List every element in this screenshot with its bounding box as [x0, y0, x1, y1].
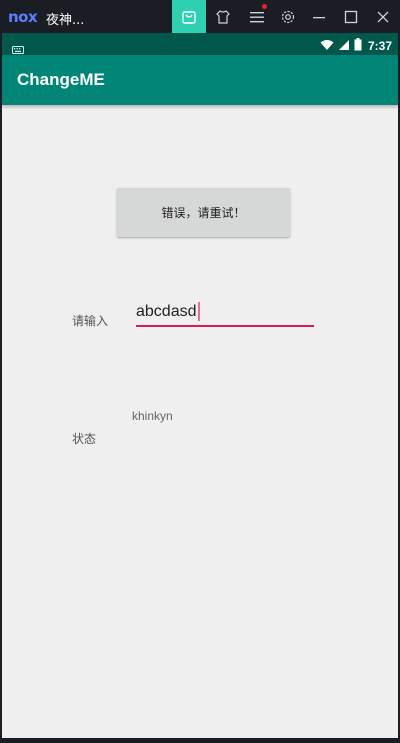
text-input[interactable]	[136, 301, 312, 323]
notification-dot	[262, 4, 267, 9]
retry-button[interactable]: 错误，请重试！	[117, 188, 290, 237]
status-time: 7:37	[367, 38, 392, 53]
shirt-icon[interactable]	[206, 0, 240, 33]
emulator-title-bar: nox 夜神...	[0, 0, 400, 33]
close-icon[interactable]	[366, 0, 400, 33]
battery-icon	[354, 36, 362, 55]
maximize-icon[interactable]	[334, 0, 368, 33]
emulator-title: 夜神...	[46, 13, 85, 28]
input-label: 请输入	[72, 314, 109, 328]
emulator-bottom-edge	[0, 738, 400, 743]
gear-icon[interactable]	[271, 0, 305, 33]
android-screen: 7:37 ChangeME 错误，请重试！ 请输入 khinkyn 状态	[2, 33, 398, 738]
app-title: ChangeME	[17, 70, 105, 89]
text-input-container[interactable]	[136, 299, 314, 327]
app-bar: ChangeME	[2, 55, 398, 105]
nox-logo: nox	[8, 8, 38, 26]
menu-icon[interactable]	[240, 0, 274, 33]
text-cursor	[198, 302, 200, 321]
status-label: 状态	[72, 432, 97, 446]
signal-icon	[338, 36, 350, 55]
android-status-bar: 7:37	[2, 33, 398, 55]
bag-icon[interactable]	[172, 0, 206, 33]
minimize-icon[interactable]	[302, 0, 336, 33]
wifi-icon	[320, 36, 334, 55]
status-value: khinkyn	[132, 409, 173, 423]
